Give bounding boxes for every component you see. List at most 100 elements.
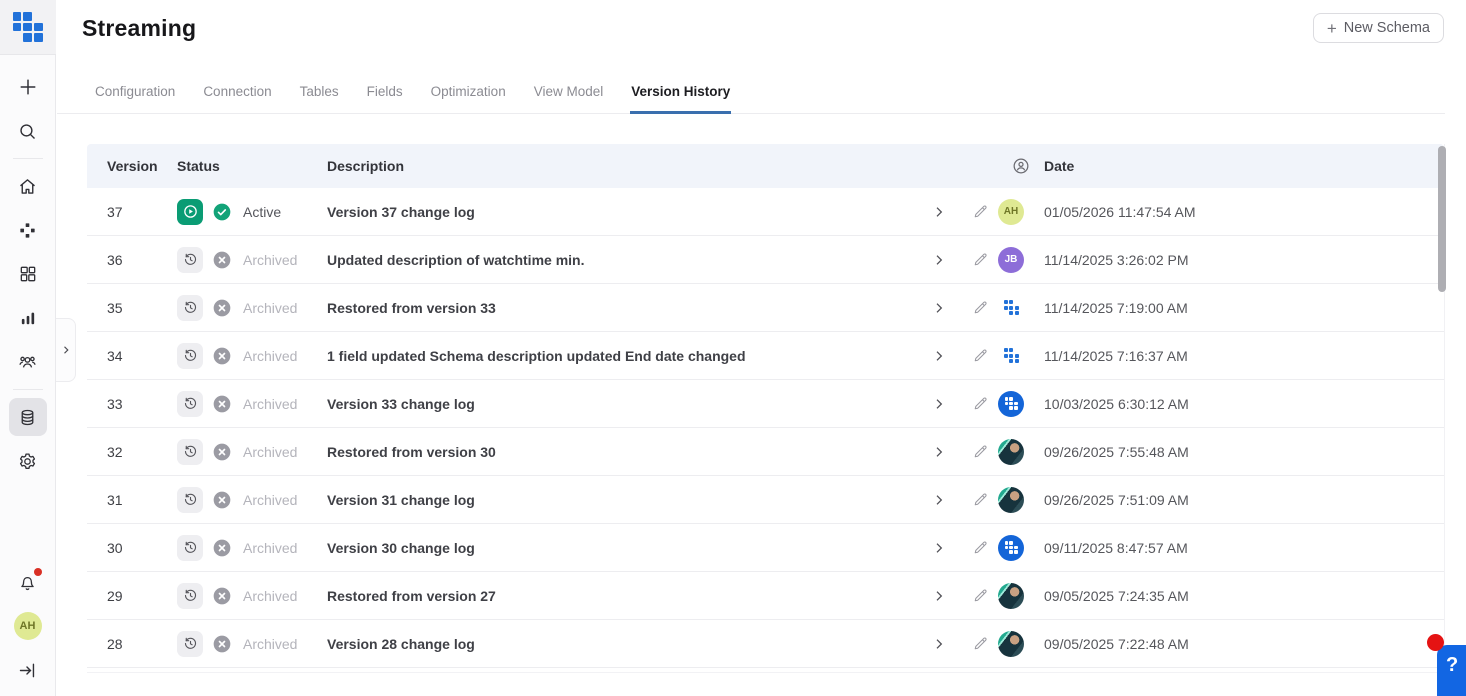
expand-row-button[interactable]	[915, 396, 963, 412]
version-history-table: Version Status Description Date 37 Activ…	[87, 144, 1446, 673]
table-row[interactable]: 29 Archived Restored from version 27 09/…	[87, 572, 1444, 620]
sidebar-item-home[interactable]	[9, 167, 47, 205]
status-action-button[interactable]	[177, 486, 203, 513]
chevron-right-icon	[63, 346, 69, 354]
tab-version-history[interactable]: Version History	[630, 76, 732, 114]
edit-description-button[interactable]	[963, 443, 998, 460]
tab-connection[interactable]: Connection	[202, 76, 272, 114]
expand-row-button[interactable]	[915, 300, 963, 316]
table-row[interactable]: 28 Archived Version 28 change log 09/05/…	[87, 620, 1444, 668]
main-content: Streaming + New Schema Configuration Conn…	[57, 0, 1466, 673]
chevron-right-icon	[936, 254, 943, 265]
x-circle-icon	[213, 539, 231, 556]
grid-logo-icon	[1004, 397, 1018, 410]
sidebar-item-data[interactable]	[8, 398, 47, 436]
expand-row-button[interactable]	[915, 444, 963, 460]
expand-row-button[interactable]	[915, 636, 963, 652]
status-label: Active	[243, 203, 282, 220]
sidebar-item-settings[interactable]	[9, 442, 47, 480]
expand-row-button[interactable]	[915, 348, 963, 364]
page-header: Streaming + New Schema	[57, 0, 1466, 56]
pencil-icon	[974, 301, 987, 314]
notifications-button[interactable]	[9, 563, 47, 601]
sidebar-item-apps[interactable]	[9, 211, 47, 249]
tab-view-model[interactable]: View Model	[533, 76, 605, 114]
status-cell: Archived	[177, 486, 327, 513]
help-label: ?	[1446, 654, 1459, 676]
header-description: Description	[327, 158, 405, 174]
expand-row-button[interactable]	[915, 540, 963, 556]
version-cell: 29	[107, 587, 123, 604]
expand-row-button[interactable]	[915, 252, 963, 268]
row-user-avatar	[998, 390, 1024, 417]
search-button[interactable]	[9, 112, 47, 150]
expand-row-button[interactable]	[915, 588, 963, 604]
tab-optimization[interactable]: Optimization	[430, 76, 507, 114]
app-logo[interactable]	[0, 0, 56, 55]
restore-history-icon	[184, 397, 196, 409]
restore-history-icon	[184, 541, 196, 553]
status-action-button[interactable]	[177, 582, 203, 609]
pencil-icon	[974, 253, 987, 266]
status-action-button[interactable]	[177, 342, 203, 369]
table-row[interactable]: 30 Archived Version 30 change log 09/11/…	[87, 524, 1444, 572]
version-cell: 36	[107, 251, 123, 268]
version-cell: 34	[107, 347, 123, 364]
tab-fields[interactable]: Fields	[366, 76, 404, 114]
pencil-icon	[974, 589, 987, 602]
status-action-button[interactable]	[177, 390, 203, 417]
chevron-right-icon	[936, 590, 943, 601]
help-button[interactable]: ?	[1437, 645, 1466, 696]
sidebar-expand-handle[interactable]	[56, 318, 76, 382]
row-user-avatar	[998, 630, 1024, 657]
edit-description-button[interactable]	[963, 539, 998, 556]
help-notification-dot	[1427, 634, 1444, 651]
status-action-button[interactable]	[177, 198, 203, 225]
table-row[interactable]: 36 Archived Updated description of watch…	[87, 236, 1444, 284]
x-circle-icon	[213, 635, 231, 652]
status-cell: Archived	[177, 246, 327, 273]
edit-description-button[interactable]	[963, 587, 998, 604]
sidebar-item-dashboard[interactable]	[9, 255, 47, 293]
sign-out-icon	[19, 663, 35, 677]
row-user-avatar: AH	[998, 198, 1024, 225]
tab-configuration[interactable]: Configuration	[94, 76, 176, 114]
table-row[interactable]: 35 Archived Restored from version 33 11/…	[87, 284, 1444, 332]
description-cell: 1 field updated Schema description updat…	[327, 347, 746, 364]
status-action-button[interactable]	[177, 534, 203, 561]
sidebar-item-users[interactable]	[9, 343, 47, 381]
status-cell: Archived	[177, 438, 327, 465]
status-action-button[interactable]	[177, 246, 203, 273]
edit-description-button[interactable]	[963, 203, 998, 220]
date-cell: 01/05/2026 11:47:54 AM	[1044, 203, 1196, 220]
tab-tables[interactable]: Tables	[299, 76, 340, 114]
edit-description-button[interactable]	[963, 635, 998, 652]
expand-row-button[interactable]	[915, 204, 963, 220]
table-row[interactable]: 31 Archived Version 31 change log 09/26/…	[87, 476, 1444, 524]
sign-out-button[interactable]	[9, 651, 47, 689]
user-avatar[interactable]: AH	[13, 612, 42, 640]
header-status: Status	[177, 158, 220, 174]
status-action-button[interactable]	[177, 438, 203, 465]
pencil-icon	[974, 445, 987, 458]
table-row[interactable]: 32 Archived Restored from version 30 09/…	[87, 428, 1444, 476]
status-action-button[interactable]	[177, 630, 203, 657]
expand-row-button[interactable]	[915, 492, 963, 508]
table-row[interactable]: 33 Archived Version 33 change log 10/03/…	[87, 380, 1444, 428]
clipped-next-row	[87, 668, 1444, 673]
edit-description-button[interactable]	[963, 395, 998, 412]
page-title: Streaming	[82, 14, 197, 41]
edit-description-button[interactable]	[963, 299, 998, 316]
vertical-scrollbar[interactable]	[1438, 146, 1446, 292]
new-item-button[interactable]	[9, 68, 47, 106]
table-row[interactable]: 37 Active Version 37 change log AH 01/05…	[87, 188, 1444, 236]
edit-description-button[interactable]	[963, 347, 998, 364]
edit-description-button[interactable]	[963, 251, 998, 268]
sidebar-item-analytics[interactable]	[9, 299, 47, 337]
grid-logo-icon	[1004, 541, 1018, 554]
status-action-button[interactable]	[177, 294, 203, 321]
new-schema-button[interactable]: + New Schema	[1312, 13, 1444, 43]
description-cell: Updated description of watchtime min.	[327, 251, 585, 268]
edit-description-button[interactable]	[963, 491, 998, 508]
table-row[interactable]: 34 Archived 1 field updated Schema descr…	[87, 332, 1444, 380]
